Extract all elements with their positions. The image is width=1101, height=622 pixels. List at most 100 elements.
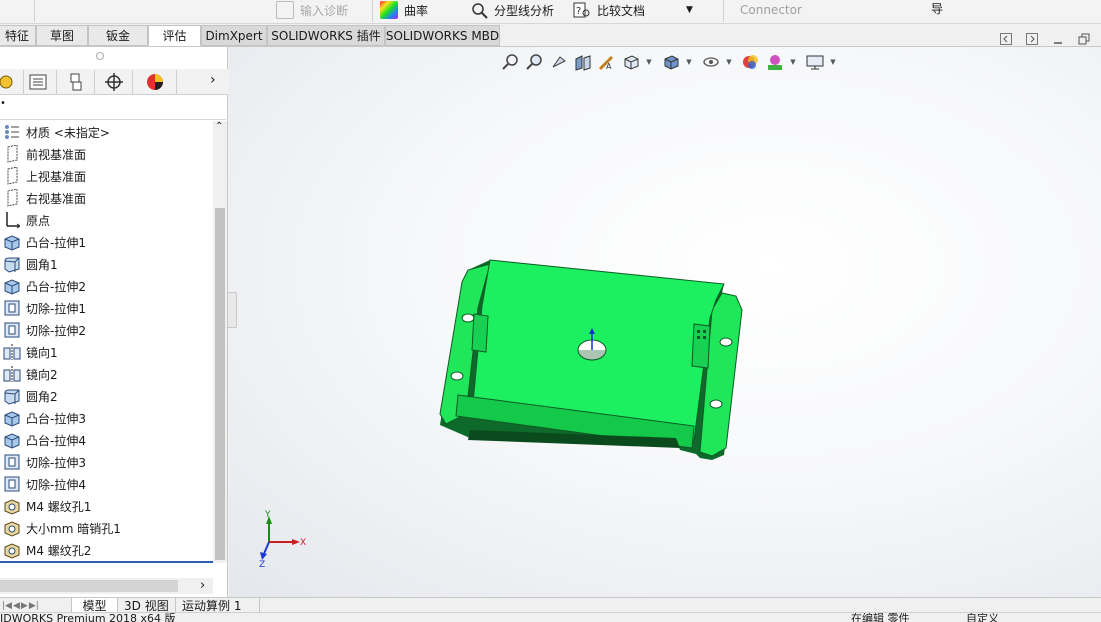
tree-item-dowel-hole1[interactable]: 大小mm 暗销孔1 bbox=[0, 517, 213, 539]
status-units[interactable]: 自定义 bbox=[966, 613, 999, 622]
tree-item-cut-extrude4[interactable]: 切除-拉伸4 bbox=[0, 473, 213, 495]
tree-item-origin[interactable]: 原点 bbox=[0, 209, 213, 231]
compare-documents-button[interactable]: ? 比较文档 bbox=[573, 0, 645, 20]
cut-extrude-icon bbox=[3, 299, 21, 317]
manager-tabs: › bbox=[0, 69, 228, 95]
tree-item-m4-thread-hole2[interactable]: M4 螺纹孔2 bbox=[0, 539, 213, 561]
first-tab-icon[interactable]: |◀ bbox=[2, 601, 12, 611]
tree-filter-row[interactable]: • bbox=[0, 96, 226, 120]
guide-button[interactable]: 导 bbox=[931, 0, 943, 18]
cut-extrude-icon bbox=[3, 321, 21, 339]
reference-triad: Y X Z bbox=[259, 510, 306, 570]
tree-item-top-plane[interactable]: 上视基准面 bbox=[0, 165, 213, 187]
minimize-icon[interactable] bbox=[1050, 32, 1066, 46]
ribbon-separator bbox=[723, 0, 724, 22]
tree-item-fillet1[interactable]: 圆角1 bbox=[0, 253, 213, 275]
tree-item-mirror2[interactable]: 镜向2 bbox=[0, 363, 213, 385]
tab-model[interactable]: 模型 bbox=[72, 598, 118, 613]
status-bar: IDWORKS Premium 2018 x64 版 在编辑 零件 自定义 bbox=[0, 612, 1101, 622]
compare-icon: ? bbox=[573, 2, 590, 18]
part-model-graphic[interactable] bbox=[229, 47, 1101, 597]
mirror-icon bbox=[3, 343, 21, 361]
tab-evaluate[interactable]: 评估 bbox=[148, 25, 201, 46]
tabs-chevron-right-icon[interactable]: › bbox=[210, 72, 216, 88]
boss-extrude-icon bbox=[3, 409, 21, 427]
boss-extrude-icon bbox=[3, 233, 21, 251]
plane-icon bbox=[3, 189, 21, 207]
tab-3d-view[interactable]: 3D 视图 bbox=[118, 598, 176, 613]
tree-item-fillet2[interactable]: 圆角2 bbox=[0, 385, 213, 407]
parting-line-icon bbox=[472, 3, 488, 19]
triad-z-label: Z bbox=[259, 560, 265, 570]
configuration-manager-tab[interactable] bbox=[57, 70, 95, 94]
tab-motion-study[interactable]: 运动算例 1 bbox=[176, 598, 260, 613]
panel-splitter-dot[interactable] bbox=[96, 52, 104, 60]
rollback-bar[interactable] bbox=[0, 561, 213, 563]
appearance-icon bbox=[146, 74, 163, 90]
tree-item-front-plane[interactable]: 前视基准面 bbox=[0, 143, 213, 165]
plane-icon bbox=[3, 167, 21, 185]
triad-y-label: Y bbox=[264, 510, 271, 520]
tree-item-right-plane[interactable]: 右视基准面 bbox=[0, 187, 213, 209]
tree-item-m4-thread-hole1[interactable]: M4 螺纹孔1 bbox=[0, 495, 213, 517]
input-diagnose-button[interactable]: 输入诊断 bbox=[276, 0, 348, 20]
material-icon bbox=[3, 123, 21, 141]
ribbon-separator bbox=[34, 0, 35, 22]
triad-x-label: X bbox=[300, 538, 306, 548]
curvature-button[interactable]: 曲率 bbox=[380, 0, 428, 20]
cut-extrude-icon bbox=[3, 475, 21, 493]
cut-extrude-icon bbox=[3, 453, 21, 471]
tree-item-boss-extrude1[interactable]: 凸台-拉伸1 bbox=[0, 231, 213, 253]
ribbon-separator bbox=[372, 0, 373, 22]
property-manager-tab[interactable] bbox=[19, 70, 57, 94]
svg-text:?: ? bbox=[576, 6, 581, 17]
tab-solidworks-mbd[interactable]: SOLIDWORKS MBD bbox=[385, 25, 500, 46]
tab-sketch[interactable]: 草图 bbox=[36, 25, 88, 46]
tree-item-material[interactable]: 材质 <未指定> bbox=[0, 121, 213, 143]
tree-item-cut-extrude3[interactable]: 切除-拉伸3 bbox=[0, 451, 213, 473]
boss-extrude-icon bbox=[3, 277, 21, 295]
restore-icon[interactable] bbox=[1076, 32, 1092, 46]
status-app-version: IDWORKS Premium 2018 x64 版 bbox=[0, 612, 176, 622]
dimxpert-manager-tab[interactable] bbox=[95, 70, 133, 94]
tab-dimxpert[interactable]: DimXpert bbox=[201, 25, 267, 46]
tree-item-boss-extrude2[interactable]: 凸台-拉伸2 bbox=[0, 275, 213, 297]
command-manager-tabs: 特征 草图 钣金 评估 DimXpert SOLIDWORKS 插件 SOLID… bbox=[0, 24, 1101, 47]
tab-solidworks-addins[interactable]: SOLIDWORKS 插件 bbox=[267, 25, 385, 46]
tab-features[interactable]: 特征 bbox=[0, 25, 36, 46]
tree-item-mirror1[interactable]: 镜向1 bbox=[0, 341, 213, 363]
origin-icon bbox=[3, 211, 21, 229]
tree-item-cut-extrude2[interactable]: 切除-拉伸2 bbox=[0, 319, 213, 341]
feature-manager-icon bbox=[0, 75, 12, 89]
hole-wizard-icon bbox=[3, 519, 21, 537]
property-manager-icon bbox=[29, 74, 46, 90]
hscroll-right-icon[interactable]: › bbox=[200, 578, 205, 593]
connector-button[interactable]: Connector bbox=[740, 0, 802, 20]
tree-hscroll-thumb[interactable] bbox=[0, 580, 178, 592]
feature-tree: 材质 <未指定> 前视基准面 上视基准面 右视基准面 原点 凸台-拉伸1 圆角1… bbox=[0, 121, 213, 563]
last-tab-icon[interactable]: ▶| bbox=[29, 601, 39, 611]
prev-tab-icon[interactable]: ◀ bbox=[13, 601, 20, 611]
compare-dropdown[interactable]: ▼ bbox=[686, 0, 693, 20]
filter-marker: • bbox=[0, 98, 6, 109]
next-window-icon[interactable] bbox=[1024, 32, 1040, 46]
diagnose-icon bbox=[276, 1, 294, 19]
previous-window-icon[interactable] bbox=[998, 32, 1014, 46]
tree-item-boss-extrude4[interactable]: 凸台-拉伸4 bbox=[0, 429, 213, 451]
hole-wizard-icon bbox=[3, 541, 21, 559]
viewport-window-controls bbox=[998, 32, 1094, 48]
scroll-up-icon[interactable]: ⌃ bbox=[215, 121, 223, 132]
mirror-icon bbox=[3, 365, 21, 383]
curvature-icon bbox=[380, 1, 398, 19]
tree-item-boss-extrude3[interactable]: 凸台-拉伸3 bbox=[0, 407, 213, 429]
model-view-tabs: |◀ ◀ ▶ ▶| 模型 3D 视图 运动算例 1 bbox=[0, 597, 1101, 613]
hole-wizard-icon bbox=[3, 497, 21, 515]
next-tab-icon[interactable]: ▶ bbox=[21, 601, 28, 611]
tab-sheet-metal[interactable]: 钣金 bbox=[88, 25, 148, 46]
tree-scroll-thumb[interactable] bbox=[215, 208, 225, 560]
display-manager-tab[interactable] bbox=[133, 70, 177, 94]
tree-item-cut-extrude1[interactable]: 切除-拉伸1 bbox=[0, 297, 213, 319]
configuration-manager-icon bbox=[70, 73, 81, 91]
parting-line-analysis-button[interactable]: 分型线分析 bbox=[470, 0, 554, 20]
status-editing: 在编辑 零件 bbox=[851, 612, 910, 622]
